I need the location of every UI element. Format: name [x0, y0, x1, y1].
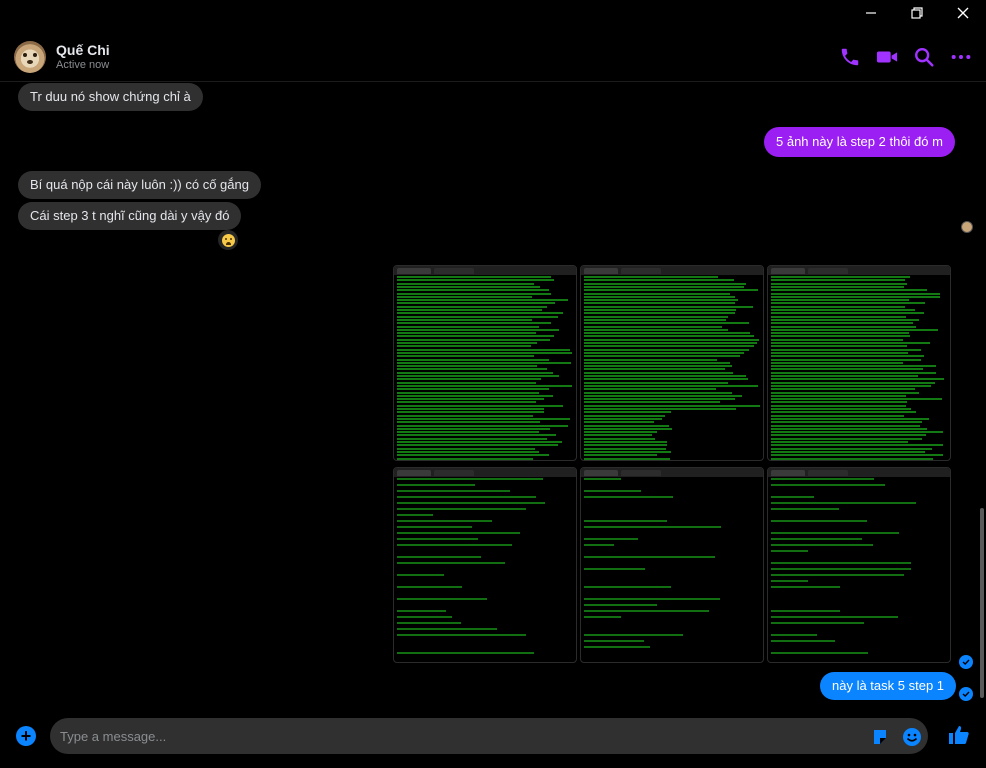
- search-button[interactable]: [913, 46, 935, 68]
- message-incoming[interactable]: Cái step 3 t nghĩ cũng dài y vậy đó: [18, 202, 242, 230]
- image-attachment[interactable]: [580, 467, 764, 663]
- restore-icon: [911, 7, 923, 19]
- contact-status: Active now: [56, 59, 110, 71]
- more-options-button[interactable]: [950, 46, 972, 68]
- more-icon: [951, 54, 971, 60]
- message-composer: +: [0, 710, 986, 768]
- conversation-header: Quế Chi Active now: [0, 30, 986, 82]
- add-attachment-button[interactable]: +: [16, 726, 36, 746]
- terminal-tabbar: [581, 468, 763, 477]
- contact-name[interactable]: Quế Chi: [56, 42, 110, 58]
- message-incoming[interactable]: Tr duu nó show chứng chỉ à: [18, 83, 203, 111]
- sent-status-icon: [959, 655, 973, 669]
- seen-avatar: [961, 221, 973, 233]
- message-incoming[interactable]: Bí quá nộp cái này luôn :)) có cố gắng: [18, 171, 261, 199]
- like-icon[interactable]: [948, 724, 970, 746]
- terminal-output: [583, 276, 761, 460]
- minimize-button[interactable]: [848, 0, 894, 26]
- video-call-button[interactable]: [876, 46, 898, 68]
- terminal-tabbar: [394, 468, 576, 477]
- avatar[interactable]: [14, 41, 46, 73]
- terminal-output: [396, 478, 574, 660]
- minimize-icon: [866, 12, 876, 14]
- close-button[interactable]: [940, 0, 986, 26]
- header-actions: [839, 46, 972, 68]
- terminal-output: [770, 478, 948, 660]
- emoji-icon[interactable]: [902, 727, 922, 747]
- terminal-output: [583, 478, 761, 660]
- scrollbar[interactable]: [980, 508, 984, 698]
- image-attachment[interactable]: [393, 467, 577, 663]
- anxious-face-icon: [221, 233, 235, 247]
- message-input-wrap: [50, 718, 928, 754]
- window-controls: [848, 0, 986, 26]
- terminal-tabbar: [581, 266, 763, 275]
- terminal-tabbar: [394, 266, 576, 275]
- message-reaction[interactable]: [218, 230, 238, 250]
- image-attachment[interactable]: [767, 467, 951, 663]
- restore-button[interactable]: [894, 0, 940, 26]
- sticker-icon[interactable]: [872, 729, 888, 745]
- plus-icon: +: [20, 726, 32, 746]
- sent-status-icon: [959, 687, 973, 701]
- image-attachment[interactable]: [767, 265, 951, 461]
- message-outgoing[interactable]: 5 ảnh này là step 2 thôi đó m: [764, 127, 955, 157]
- terminal-tabbar: [768, 468, 950, 477]
- terminal-tabbar: [768, 266, 950, 275]
- phone-icon: [841, 48, 859, 66]
- call-button[interactable]: [839, 46, 861, 68]
- image-attachment[interactable]: [393, 265, 577, 461]
- message-input[interactable]: [60, 718, 850, 754]
- close-icon: [957, 7, 969, 19]
- terminal-output: [770, 276, 948, 460]
- video-icon: [876, 51, 898, 63]
- search-icon: [915, 48, 934, 67]
- terminal-output: [396, 276, 574, 460]
- image-attachment[interactable]: [580, 265, 764, 461]
- message-outgoing[interactable]: này là task 5 step 1: [820, 672, 957, 700]
